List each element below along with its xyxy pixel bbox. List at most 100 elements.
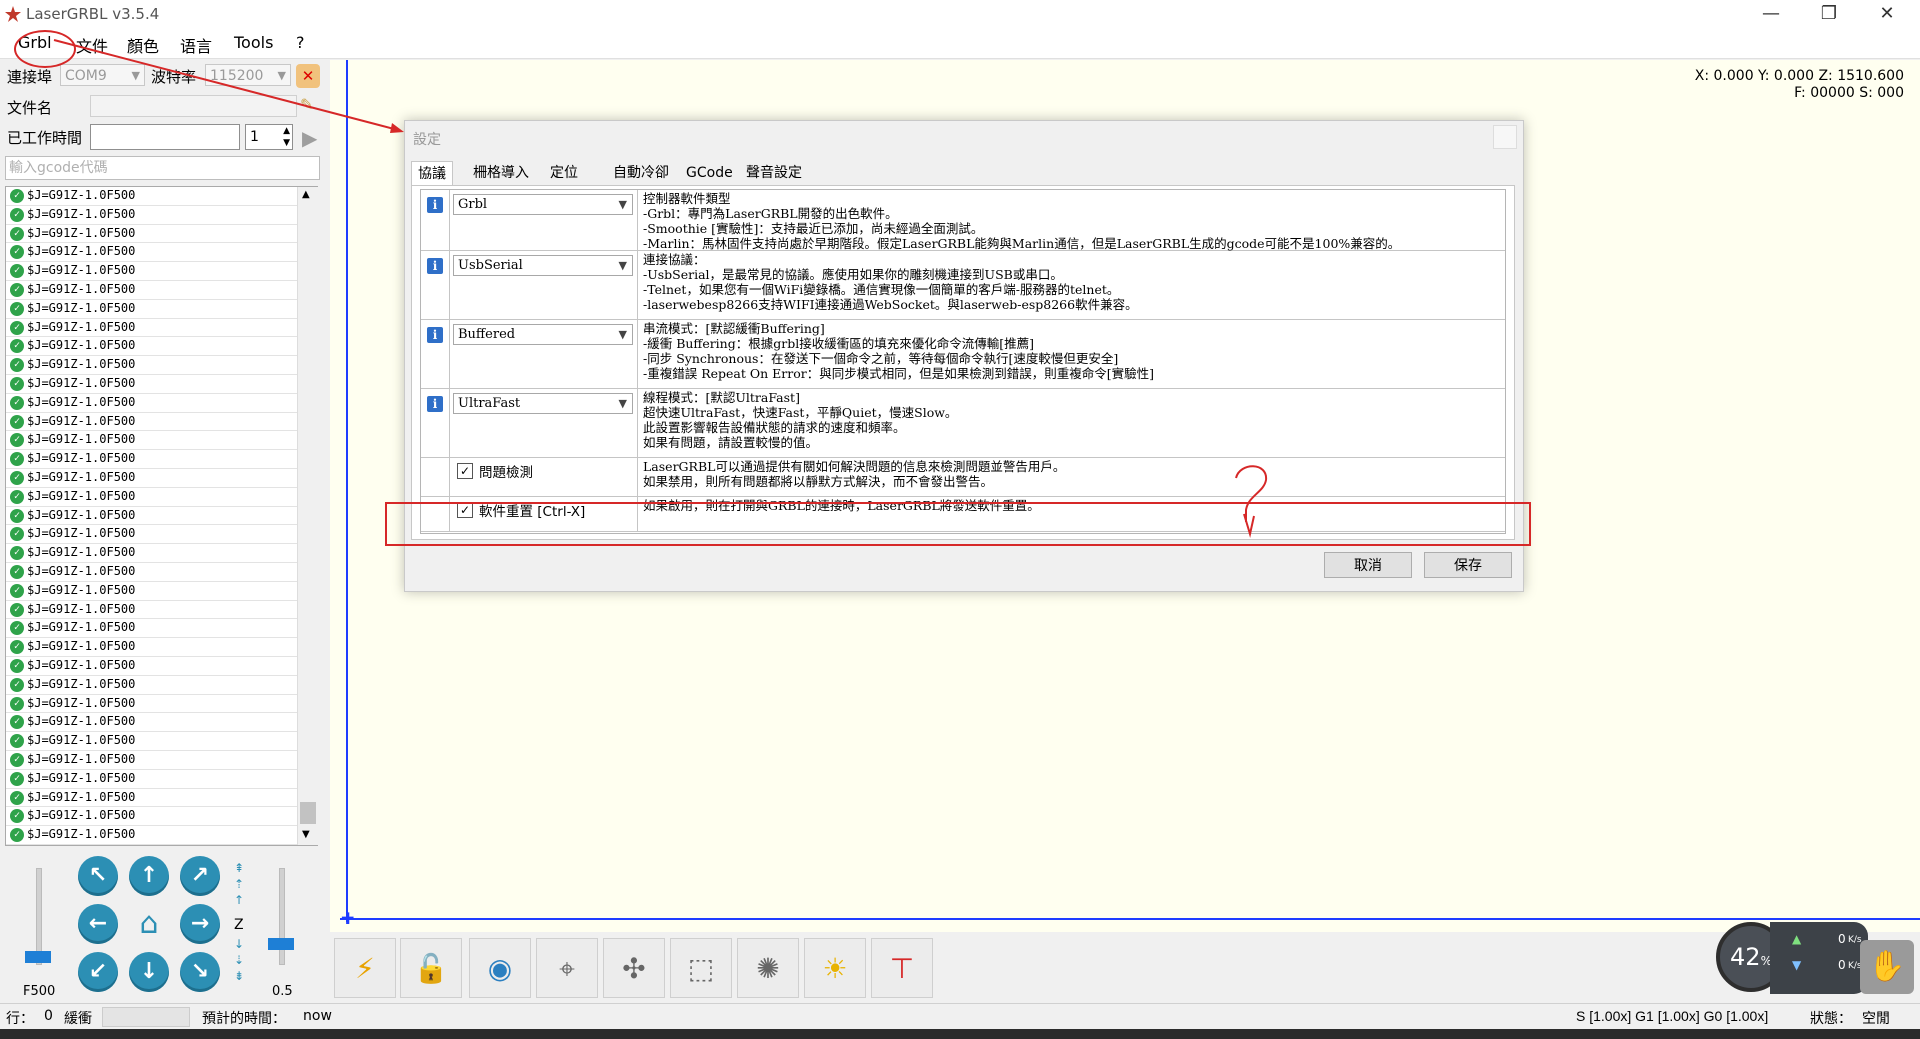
log-scrollbar[interactable]: ▲ ▼ xyxy=(297,187,318,845)
settings-grid: i Grbl ▼ 控制器軟件類型 -Grbl：專門為LaserGRBL開發的出色軟… xyxy=(420,189,1506,534)
list-item: ✓ $J=G91Z-1.0F500 xyxy=(6,262,317,281)
lightning-icon[interactable]: ⚡ xyxy=(334,938,396,998)
jog-ne-button[interactable]: ↗ xyxy=(180,856,220,896)
list-item: ✓ $J=G91Z-1.0F500 xyxy=(6,206,317,225)
list-item: ✓ $J=G91Z-1.0F500 xyxy=(6,751,317,770)
check-icon: ✓ xyxy=(10,470,24,485)
list-item: ✓ $J=G91Z-1.0F500 xyxy=(6,713,317,733)
probe-icon[interactable]: ⊤ xyxy=(871,938,933,998)
restore-button[interactable]: ❐ xyxy=(1800,0,1858,29)
list-item: ✓ $J=G91Z-1.0F500 xyxy=(6,657,317,676)
down-speed: 0 xyxy=(1838,958,1846,972)
annotation-highlight xyxy=(385,502,1531,546)
focus-icon[interactable]: ✺ xyxy=(737,938,799,998)
command-text: $J=G91Z-1.0F500 xyxy=(27,676,136,691)
tab-protocol[interactable]: 協議 xyxy=(411,161,453,186)
list-item: ✓ $J=G91Z-1.0F500 xyxy=(6,695,317,714)
check-icon: ✓ xyxy=(10,395,24,410)
cancel-button[interactable]: 取消 xyxy=(1324,552,1412,578)
tab-sound[interactable]: 聲音設定 xyxy=(740,161,808,185)
firmware-select[interactable]: Grbl ▼ xyxy=(453,194,633,215)
threading-select[interactable]: UltraFast ▼ xyxy=(453,393,633,414)
save-button[interactable]: 保存 xyxy=(1424,552,1512,578)
command-text: $J=G91Z-1.0F500 xyxy=(27,695,136,710)
list-item: ✓ $J=G91Z-1.0F500 xyxy=(6,789,317,808)
center-icon[interactable]: ✣ xyxy=(603,938,665,998)
protocol-select[interactable]: UsbSerial ▼ xyxy=(453,255,633,276)
streaming-select[interactable]: Buffered ▼ xyxy=(453,324,633,345)
baud-select[interactable]: 115200 ▼ xyxy=(205,64,291,86)
issue-detector-checkbox[interactable]: ✓ xyxy=(457,463,473,479)
minimize-button[interactable]: — xyxy=(1742,0,1800,29)
jog-n-button[interactable]: ↑ xyxy=(129,856,169,896)
close-button[interactable]: ✕ xyxy=(1858,0,1916,29)
list-item: ✓ $J=G91Z-1.0F500 xyxy=(6,807,317,827)
chevron-down-icon: ▼ xyxy=(618,397,627,410)
check-icon: ✓ xyxy=(10,583,24,598)
z-down-buttons[interactable]: ↓ ⇣ ⇟ xyxy=(233,936,245,984)
x-axis-line xyxy=(340,918,1920,920)
command-text: $J=G91Z-1.0F500 xyxy=(27,188,136,202)
command-text: $J=G91Z-1.0F500 xyxy=(27,639,136,654)
check-icon: ✓ xyxy=(10,489,24,504)
scroll-down-icon[interactable]: ▼ xyxy=(302,829,310,840)
speed-slider-thumb[interactable] xyxy=(25,951,51,963)
passes-spinner[interactable]: 1 ▲ ▼ xyxy=(245,124,293,150)
filename-field[interactable] xyxy=(90,95,297,117)
list-item: ✓ $J=G91Z-1.0F500 xyxy=(6,563,317,582)
menu-bar xyxy=(0,29,1920,59)
list-item: ✓ $J=G91Z-1.0F500 xyxy=(6,638,317,657)
crosshair-icon[interactable]: ⌖ xyxy=(536,938,598,998)
step-slider-track[interactable] xyxy=(279,868,285,965)
jog-se-button[interactable]: ↘ xyxy=(180,952,220,992)
frame-icon[interactable]: ⬚ xyxy=(670,938,732,998)
menu-language[interactable]: 语言 xyxy=(180,33,212,57)
tab-raster-import[interactable]: 柵格導入 xyxy=(467,161,535,185)
jog-s-button[interactable]: ↓ xyxy=(129,952,169,992)
command-text: $J=G91Z-1.0F500 xyxy=(27,507,136,522)
gcode-input[interactable]: 輸入gcode代碼 xyxy=(5,156,320,180)
bulb-icon[interactable]: ☀ xyxy=(804,938,866,998)
spinner-arrows-icon[interactable]: ▲ ▼ xyxy=(283,125,290,149)
step-slider-thumb[interactable] xyxy=(268,938,294,950)
run-icon[interactable]: ▶ xyxy=(302,126,317,150)
setting-row-issue-detector: ✓ 問題檢測 LaserGRBL可以通過提供有關如何解決問題的信息來檢測問題並警… xyxy=(421,458,1505,497)
jog-w-button[interactable]: ← xyxy=(78,904,118,944)
menu-file[interactable]: 文件 xyxy=(76,33,108,57)
z-up-buttons[interactable]: ⇞ ⇡ ↑ xyxy=(233,860,245,908)
chevron-down-icon: ▼ xyxy=(618,198,627,211)
tab-gcode[interactable]: GCode xyxy=(680,161,739,185)
unlock-icon[interactable]: 🔓 xyxy=(400,938,462,998)
connect-icon[interactable]: ✕ xyxy=(296,64,320,88)
tab-position[interactable]: 定位 xyxy=(544,161,584,185)
gauge-percent: 42 xyxy=(1730,943,1761,971)
row-header xyxy=(421,458,450,496)
dialog-close-button[interactable] xyxy=(1493,125,1517,149)
scroll-up-icon[interactable]: ▲ xyxy=(302,189,310,200)
home-icon[interactable]: ⌂ xyxy=(127,902,171,946)
command-text: $J=G91Z-1.0F500 xyxy=(27,206,136,221)
command-text: $J=G91Z-1.0F500 xyxy=(27,263,136,278)
globe-icon[interactable]: ◉ xyxy=(469,938,531,998)
open-file-icon[interactable]: ✎ xyxy=(300,95,313,114)
jog-nw-button[interactable]: ↖ xyxy=(78,856,118,896)
jog-sw-button[interactable]: ↙ xyxy=(78,952,118,992)
check-icon: ✓ xyxy=(10,320,24,335)
dialog-title: 設定 xyxy=(413,132,441,148)
command-text: $J=G91Z-1.0F500 xyxy=(27,357,136,372)
worktime-label: 已工作時間 xyxy=(7,129,83,147)
menu-help[interactable]: ? xyxy=(296,33,305,52)
tab-auto-cooling[interactable]: 自動冷卻 xyxy=(607,161,675,185)
stop-hand-icon[interactable]: ✋ xyxy=(1860,940,1914,994)
menu-tools[interactable]: Tools xyxy=(234,33,273,52)
command-text: $J=G91Z-1.0F500 xyxy=(27,601,136,616)
title-bar: LaserGRBL v3.5.4 — ❐ ✕ xyxy=(0,0,1920,29)
port-select[interactable]: COM9 ▼ xyxy=(60,64,145,86)
threading-value: UltraFast xyxy=(458,396,521,411)
origin-marker-icon: ✚ xyxy=(341,909,355,928)
scroll-thumb[interactable] xyxy=(300,802,316,824)
check-icon: ✓ xyxy=(10,452,24,467)
menu-colors[interactable]: 顏色 xyxy=(127,33,159,57)
passes-value: 1 xyxy=(250,129,259,145)
jog-e-button[interactable]: → xyxy=(180,904,220,944)
